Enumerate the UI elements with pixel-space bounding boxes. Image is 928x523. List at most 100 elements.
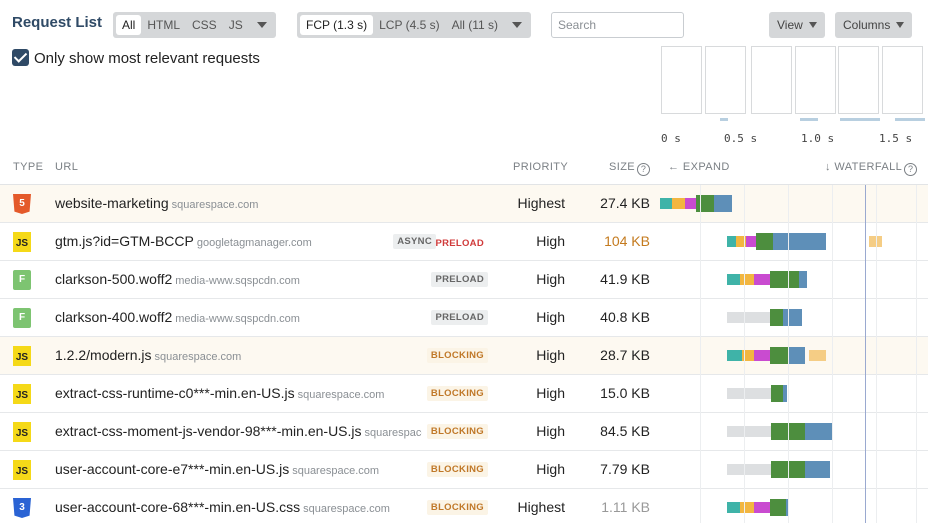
badge-label: BLOCKING — [430, 426, 484, 437]
type-filter-option[interactable]: HTML — [141, 15, 186, 35]
size-cell: 28.7 KB — [600, 347, 650, 363]
time-filter-option[interactable]: LCP (4.5 s) — [373, 15, 445, 35]
waterfall-bar-queued — [727, 464, 772, 475]
waterfall-bar-download — [783, 309, 803, 326]
request-url[interactable]: user-account-core-68***-min.en-US.css squ… — [55, 499, 422, 515]
waterfall-bar-later — [808, 350, 827, 361]
timeline-tick: 1.0 s — [801, 132, 835, 145]
font-icon: F — [13, 308, 31, 328]
filmstrip-frame[interactable] — [661, 46, 702, 114]
size-cell: 40.8 KB — [600, 309, 650, 325]
waterfall-bar-queued — [727, 312, 770, 323]
request-path: extract-css-runtime-c0***-min.en-US.js — [55, 385, 295, 401]
filmstrip-frame[interactable] — [705, 46, 746, 114]
column-header-type[interactable]: TYPE — [13, 161, 43, 173]
columns-button[interactable]: Columns — [835, 12, 913, 38]
request-url[interactable]: clarkson-500.woff2 media-www.sqspcdn.com — [55, 271, 422, 287]
waterfall-bar-dns — [727, 236, 737, 247]
size-cell: 1.11 KB — [601, 499, 650, 515]
time-filter-option[interactable]: All (11 s) — [446, 15, 504, 35]
chevron-down-icon — [808, 22, 817, 28]
js-icon: JS — [13, 384, 31, 404]
filmstrip-frame[interactable] — [795, 46, 836, 114]
column-header-size-label: SIZE — [609, 161, 636, 173]
badge-label: PRELOAD — [435, 238, 484, 249]
request-path: 1.2.2/modern.js — [55, 347, 152, 363]
request-path: extract-css-moment-js-vendor-98***-min.e… — [55, 423, 362, 439]
request-path: user-account-core-e7***-min.en-US.js — [55, 461, 290, 477]
request-path: website-marketing — [55, 195, 169, 211]
time-filter-dropdown-icon[interactable] — [512, 22, 523, 28]
request-path: clarkson-400.woff2 — [55, 309, 173, 325]
search-input[interactable] — [551, 12, 684, 38]
filmstrip-frame[interactable] — [751, 46, 792, 114]
size-cell: 15.0 KB — [600, 385, 650, 401]
type-filter-dropdown-icon[interactable] — [256, 22, 267, 28]
help-icon[interactable]: ? — [904, 163, 918, 176]
size-cell: 41.9 KB — [600, 271, 650, 287]
page-title: Request List — [12, 14, 103, 31]
waterfall-bar-wait — [756, 233, 773, 250]
timeline-tick: 1.5 s — [879, 132, 913, 145]
expand-label: EXPAND — [682, 161, 730, 173]
request-domain: squarespace.com — [303, 503, 390, 515]
waterfall-bar-wait — [769, 499, 786, 516]
relevant-requests-checkbox[interactable] — [12, 49, 29, 66]
waterfall-bar-wait — [769, 347, 789, 364]
arrow-left-icon: ← — [668, 161, 683, 173]
priority-cell: High — [536, 347, 565, 363]
waterfall-bar-dns — [727, 350, 742, 361]
waterfall-bar-download — [783, 385, 788, 402]
request-path: clarkson-500.woff2 — [55, 271, 173, 287]
request-url[interactable]: gtm.js?id=GTM-BCCP googletagmanager.com — [55, 233, 364, 249]
type-filter-option[interactable]: JS — [223, 15, 249, 35]
request-domain: squarespace.com — [154, 351, 242, 363]
column-header-url[interactable]: URL — [55, 161, 78, 173]
waterfall-bar-dns — [727, 502, 741, 513]
type-filter-option[interactable]: CSS — [186, 15, 223, 35]
waterfall-bar-ssl — [745, 236, 757, 247]
badge-label: BLOCKING — [430, 464, 484, 475]
type-filter-option[interactable]: All — [116, 15, 142, 35]
priority-cell: High — [536, 423, 565, 439]
request-url[interactable]: extract-css-runtime-c0***-min.en-US.js sq… — [55, 385, 422, 401]
blocking-badge: BLOCKING — [426, 500, 488, 515]
request-url[interactable]: website-marketing squarespace.com — [55, 195, 425, 211]
column-header-waterfall[interactable]: ↓ WATERFALL? — [825, 161, 918, 176]
request-domain: squarespace.com — [171, 199, 259, 211]
waterfall-bar-ssl — [685, 198, 697, 209]
timeline-tick: 0 s — [661, 132, 681, 145]
request-domain: media-www.sqspcdn.com — [175, 313, 300, 325]
request-url[interactable]: extract-css-moment-js-vendor-98***-min.e… — [55, 423, 422, 439]
filmstrip-frame[interactable] — [838, 46, 879, 114]
priority-cell: High — [536, 461, 565, 477]
waterfall-bar-dns — [727, 274, 741, 285]
waterfall-label: WATERFALL — [834, 161, 903, 173]
request-url[interactable]: 1.2.2/modern.js squarespace.com — [55, 347, 422, 363]
request-url[interactable]: clarkson-400.woff2 media-www.sqspcdn.com — [55, 309, 422, 325]
badge-label: BLOCKING — [430, 350, 484, 361]
column-header-priority[interactable]: PRIORITY — [513, 161, 568, 173]
columns-button-label: Columns — [843, 18, 891, 32]
waterfall-gridline — [744, 185, 745, 523]
waterfall-bar-download — [713, 195, 733, 212]
waterfall-gridline — [832, 185, 833, 523]
column-header-size[interactable]: SIZE? — [609, 161, 651, 176]
badge-label: PRELOAD — [435, 274, 484, 285]
fcp-marker-line — [865, 185, 866, 523]
expand-toggle[interactable]: ← EXPAND — [668, 161, 730, 173]
request-url[interactable]: user-account-core-e7***-min.en-US.js squa… — [55, 461, 422, 477]
time-filter-option[interactable]: FCP (1.3 s) — [300, 15, 374, 35]
waterfall-bar-wait — [769, 271, 800, 288]
view-button[interactable]: View — [769, 12, 825, 38]
preload-badge: PRELOAD — [431, 272, 488, 287]
waterfall-bar-ssl — [753, 350, 770, 361]
filmstrip-frame[interactable] — [882, 46, 923, 114]
async-badge: ASYNC — [393, 234, 436, 249]
waterfall-bar-connect — [740, 274, 754, 285]
waterfall-bar-queued — [727, 426, 772, 437]
help-icon[interactable]: ? — [637, 163, 651, 176]
waterfall-bar-download — [788, 347, 805, 364]
timeline-activity — [720, 118, 728, 121]
waterfall-gridline — [788, 185, 789, 523]
